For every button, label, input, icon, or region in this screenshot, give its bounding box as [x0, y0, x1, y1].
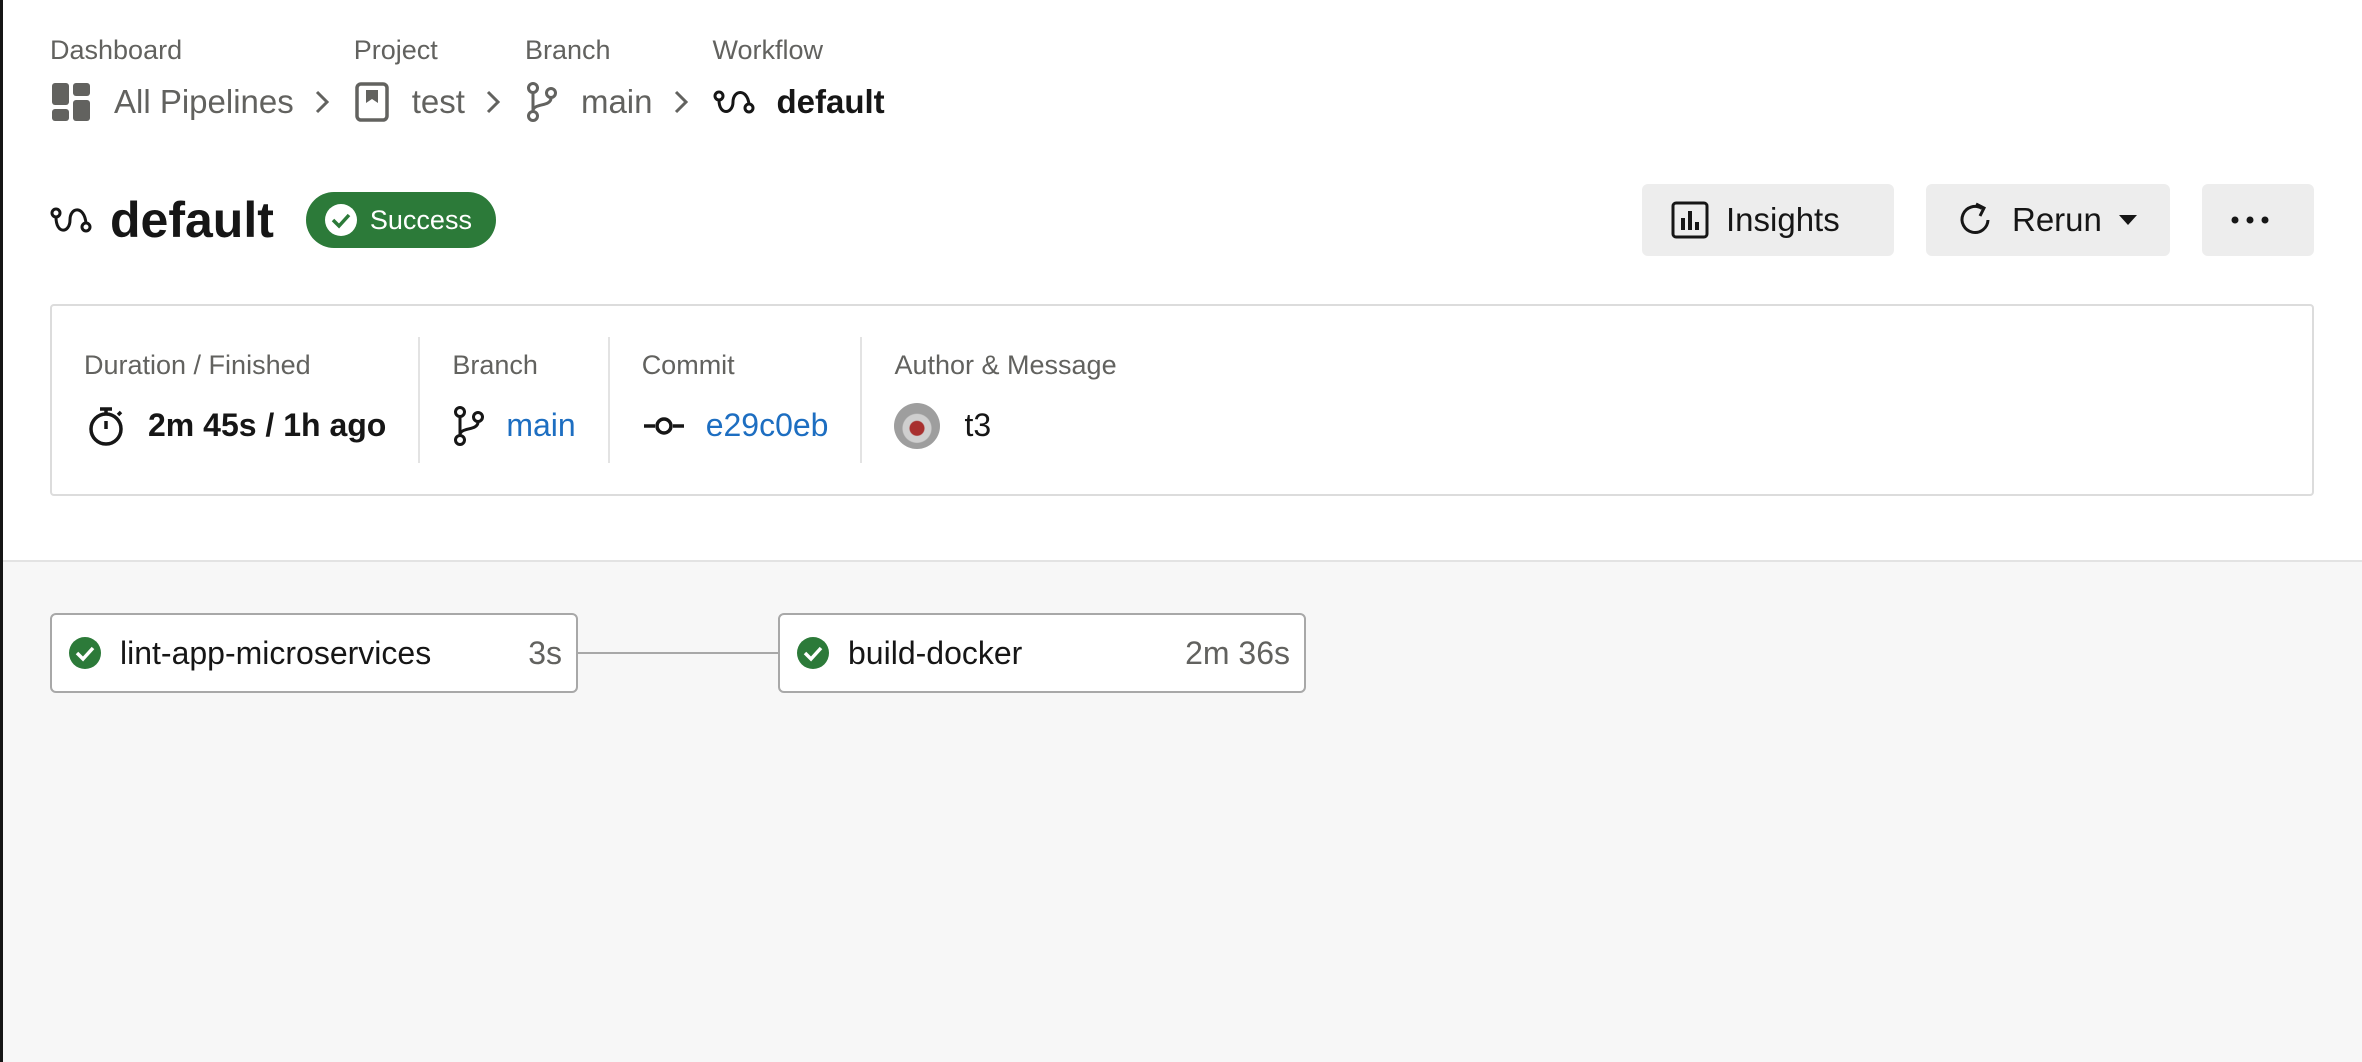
- breadcrumb-item-dashboard[interactable]: Dashboard All Pipelines: [50, 30, 294, 134]
- insights-label: Insights: [1726, 201, 1840, 238]
- status-label: Success: [369, 204, 472, 235]
- breadcrumb-category: Dashboard: [50, 35, 183, 65]
- breadcrumb-label: All Pipelines: [114, 83, 294, 120]
- breadcrumb-category: Workflow: [712, 35, 824, 65]
- page-title: default: [110, 192, 274, 248]
- rerun-label: Rerun: [2012, 201, 2102, 238]
- commit-link[interactable]: e29c0eb: [706, 407, 829, 444]
- avatar: [894, 402, 941, 449]
- duration-value: 2m 45s / 1h ago: [148, 407, 387, 443]
- breadcrumb-item-workflow: Workflow default: [713, 30, 885, 134]
- breadcrumb-label: test: [411, 83, 465, 120]
- rerun-button[interactable]: Rerun: [1926, 184, 2170, 256]
- pipeline-info-panel: Duration / Finished 2m 45s / 1h ago Bran…: [50, 304, 2314, 496]
- page-header: default Success: [50, 188, 496, 252]
- status-badge: Success: [305, 192, 496, 248]
- dashboard-icon: [52, 83, 90, 121]
- breadcrumb-category: Project: [353, 35, 438, 65]
- job-duration: 3s: [528, 634, 562, 671]
- check-circle-icon: [324, 204, 357, 236]
- branch-label: Branch: [452, 349, 538, 380]
- project-icon: [355, 82, 389, 122]
- breadcrumb: Dashboard All Pipelines Project test Bra…: [50, 30, 885, 134]
- breadcrumb-label: main: [580, 83, 653, 120]
- check-circle-icon: [69, 637, 101, 669]
- more-icon: [2231, 216, 2269, 224]
- duration-label: Duration / Finished: [84, 349, 311, 380]
- author-section: Author & Message t3: [862, 337, 1148, 463]
- stopwatch-icon: [89, 406, 123, 446]
- refresh-icon: [1960, 202, 1990, 234]
- duration-section: Duration / Finished 2m 45s / 1h ago: [84, 337, 421, 463]
- job-name: build-docker: [848, 634, 1023, 671]
- commit-label: Commit: [641, 349, 735, 380]
- commit-icon: [643, 416, 684, 435]
- branch-icon: [454, 405, 485, 446]
- author-name: t3: [964, 407, 992, 443]
- breadcrumb-item-branch[interactable]: Branch main: [525, 30, 653, 134]
- more-options-button[interactable]: [2202, 184, 2314, 256]
- branch-icon: [526, 82, 557, 122]
- breadcrumb-label: default: [776, 83, 885, 120]
- check-circle-icon: [797, 637, 829, 669]
- workflow-icon: [713, 90, 754, 114]
- breadcrumb-item-project[interactable]: Project test: [354, 30, 465, 134]
- insights-button[interactable]: Insights: [1642, 184, 1894, 256]
- job-node[interactable]: lint-app-microservices 3s: [50, 613, 578, 693]
- chevron-right-icon: [465, 70, 525, 134]
- workflow-icon: [50, 207, 92, 233]
- job-name: lint-app-microservices: [120, 634, 432, 671]
- caret-down-icon[interactable]: [2118, 214, 2138, 226]
- author-label: Author & Message: [894, 349, 1117, 380]
- header-actions: Insights Rerun: [1642, 184, 2314, 256]
- branch-link[interactable]: main: [506, 407, 575, 444]
- bar-chart-icon: [1671, 201, 1709, 239]
- job-duration: 2m 36s: [1185, 634, 1290, 671]
- pipeline-graph: lint-app-microservices 3s build-docker 2…: [3, 560, 2362, 1062]
- breadcrumb-category: Branch: [524, 35, 611, 65]
- job-node[interactable]: build-docker 2m 36s: [778, 613, 1306, 693]
- chevron-right-icon: [653, 70, 713, 134]
- job-connector: [578, 652, 778, 654]
- branch-section: Branch main: [420, 337, 610, 463]
- chevron-right-icon: [294, 70, 354, 134]
- commit-section: Commit e29c0eb: [610, 337, 863, 463]
